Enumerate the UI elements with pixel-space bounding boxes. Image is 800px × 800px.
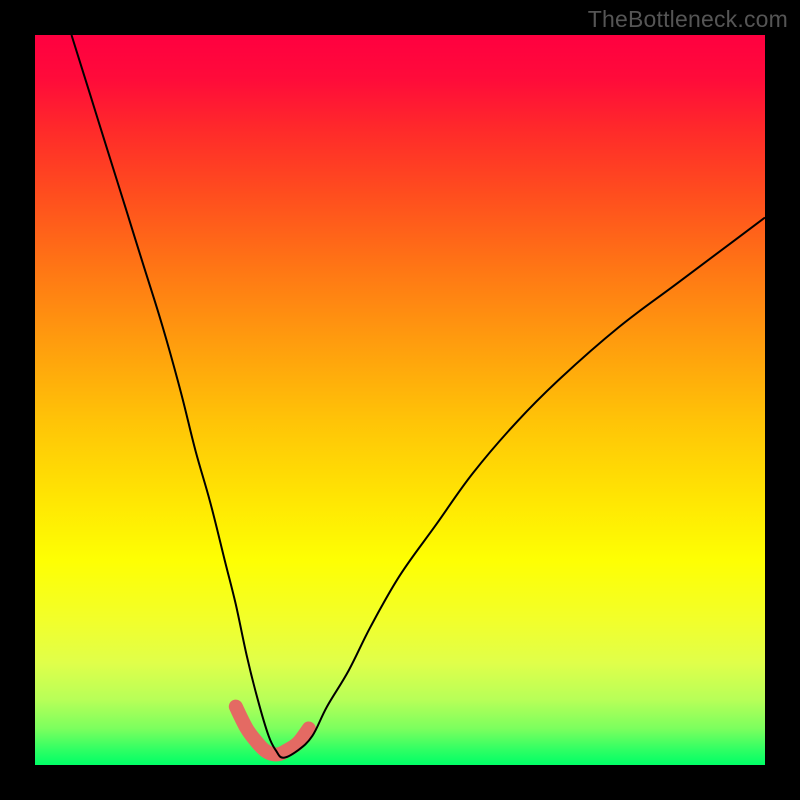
bottleneck-curve [72,35,766,758]
watermark-text: TheBottleneck.com [588,6,788,33]
plot-area [35,35,765,765]
highlight-curve [236,707,309,755]
curves-svg [35,35,765,765]
chart-frame: TheBottleneck.com [0,0,800,800]
